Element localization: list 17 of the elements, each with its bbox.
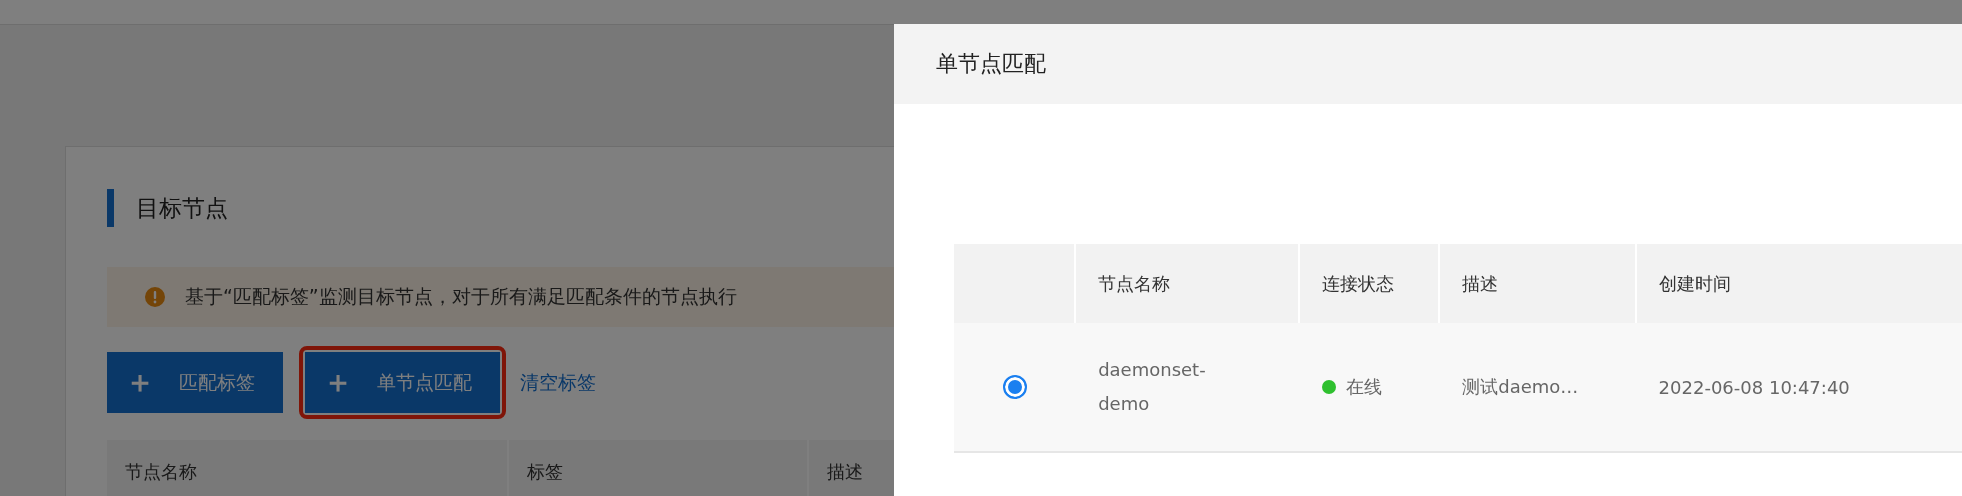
table-cell-text: daemonset-demo [1098, 357, 1207, 416]
table-cell: 测试daemo… [1462, 375, 1579, 399]
table-cell: 在线 [1346, 375, 1383, 399]
alert-text: 基于“匹配标签”监测目标节点，对于所有满足匹配条件的节点执行 [185, 284, 737, 309]
table-row[interactable]: daemonset-demo 在线 测试daemo… 2022-06-08 10:47:40 [954, 323, 1962, 453]
radio-button[interactable] [1003, 375, 1028, 399]
warning-icon [145, 287, 165, 307]
add-button[interactable]: ＋ 单节点匹配 [305, 352, 500, 413]
section-title: 目标节点 [136, 193, 228, 223]
column-header: 创建时间 [1657, 271, 1732, 296]
clear-tags-link[interactable]: 清空标签 [520, 369, 596, 396]
title-accent-bar [107, 189, 114, 227]
add-button[interactable]: ＋ 匹配标签 [107, 352, 283, 413]
column-header: 标签 [509, 440, 809, 496]
table-cell: 2022-06-08 10:47:40 [1658, 376, 1850, 398]
column-header: 节点名称 [107, 440, 509, 496]
drawer-title: 单节点匹配 [936, 50, 1046, 78]
